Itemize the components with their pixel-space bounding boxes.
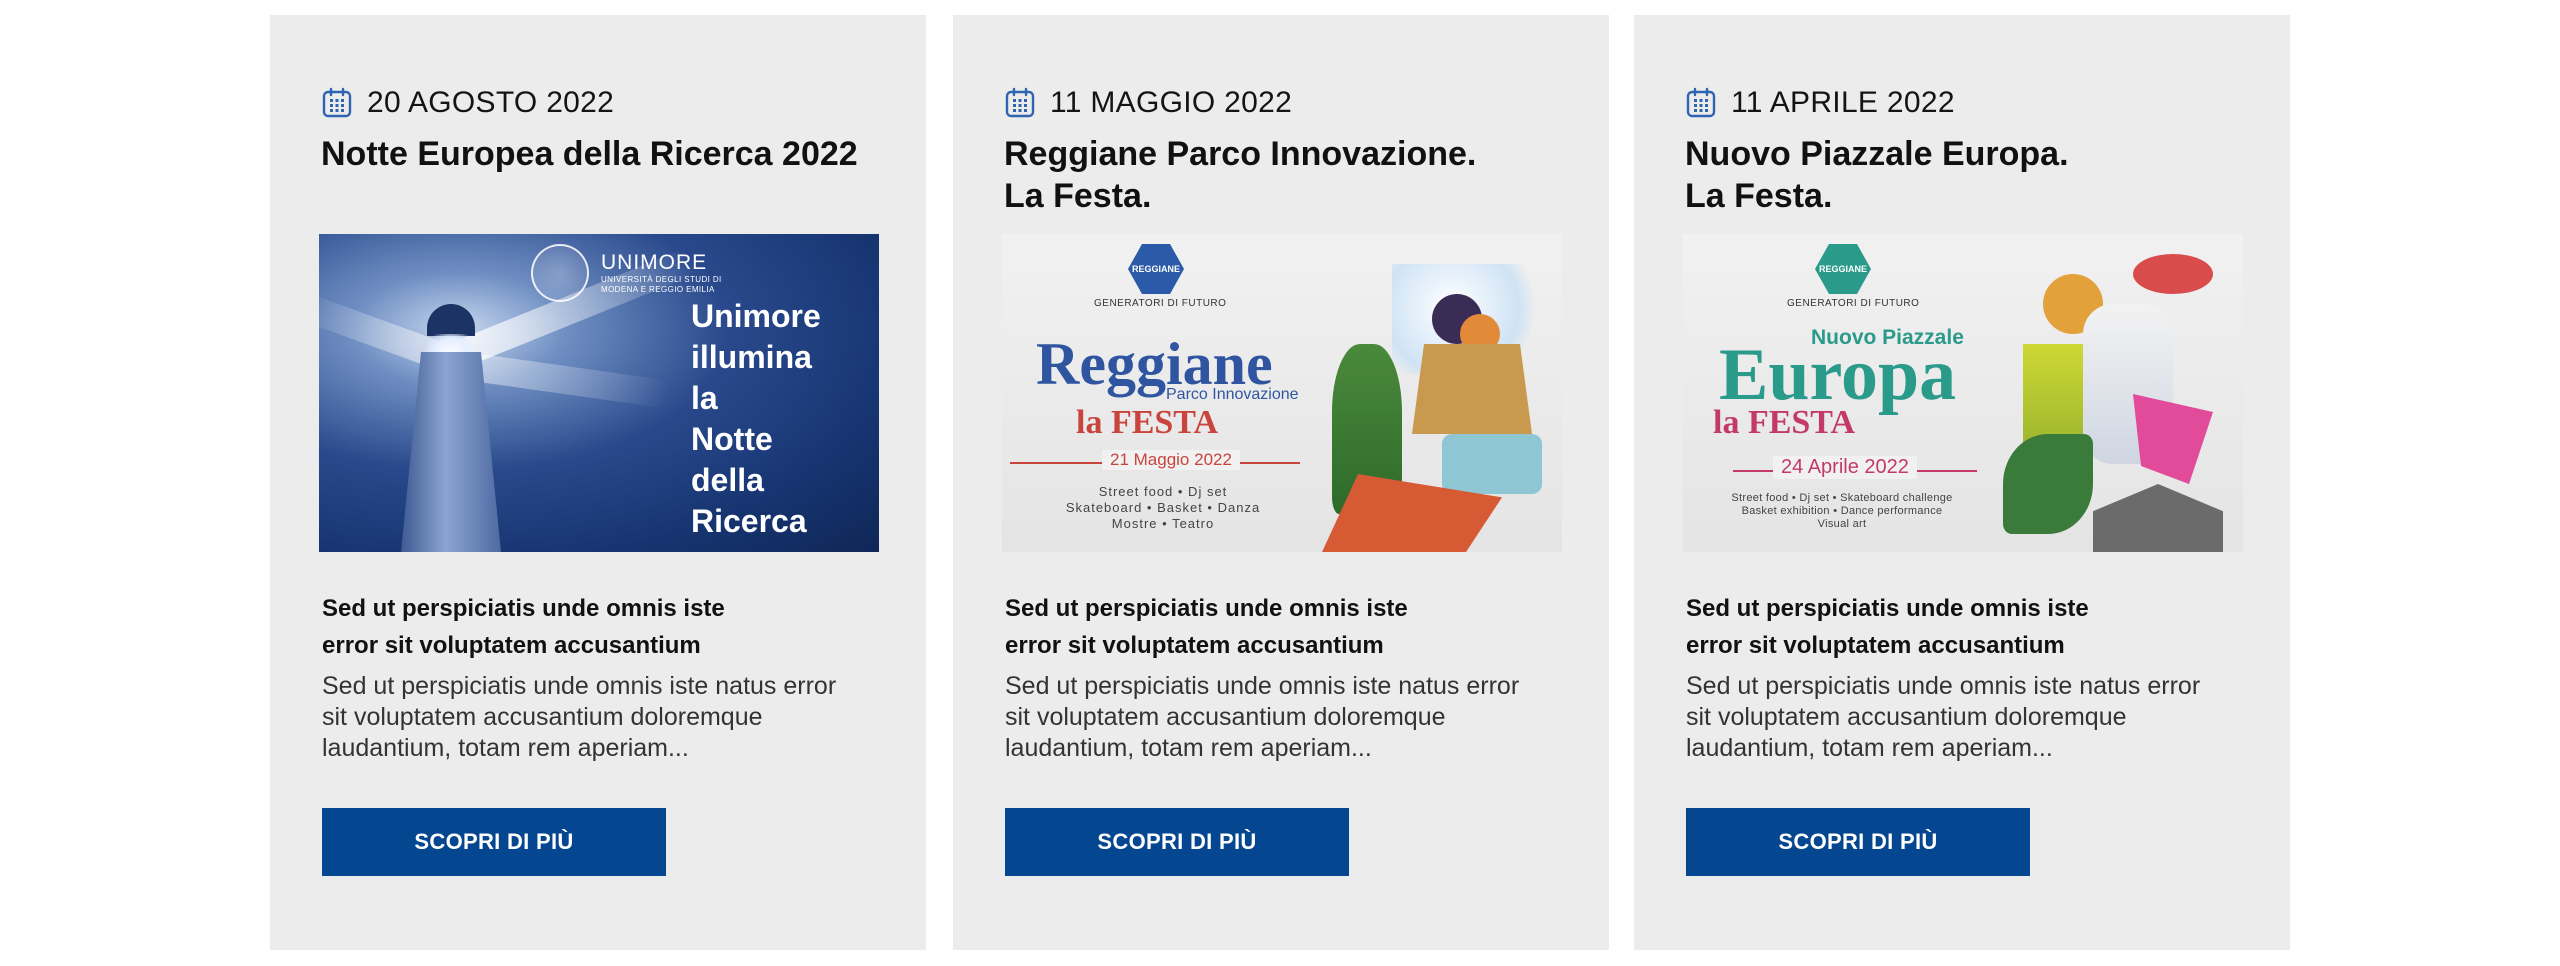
card-title[interactable]: Reggiane Parco Innovazione. La Festa. xyxy=(1004,133,1564,217)
date-row: 20 AGOSTO 2022 xyxy=(321,83,614,123)
card-title[interactable]: Notte Europea della Ricerca 2022 xyxy=(321,133,881,175)
event-date: 20 AGOSTO 2022 xyxy=(367,86,615,119)
event-date: 11 APRILE 2022 xyxy=(1731,86,1955,119)
poster-subtitle: Parco Innovazione xyxy=(1166,386,1299,403)
collage-illustration xyxy=(1302,234,1562,552)
date-row: 11 MAGGIO 2022 xyxy=(1004,83,1292,123)
card-excerpt: Sed ut perspiciatis unde omnis iste natu… xyxy=(1005,672,1520,762)
poster-title: Europa xyxy=(1719,334,1957,416)
discover-more-button[interactable]: SCOPRI DI PIÙ xyxy=(1686,808,2030,876)
card-subtitle: Sed ut perspiciatis unde omnis iste erro… xyxy=(1686,595,2089,659)
date-row: 11 APRILE 2022 xyxy=(1685,83,1955,123)
tagline: GENERATORI DI FUTURO xyxy=(1094,298,1227,309)
banner-headline: Unimore illumina la Notte della Ricerca xyxy=(691,298,821,539)
discover-more-button[interactable]: SCOPRI DI PIÙ xyxy=(322,808,666,876)
logo-label: REGGIANE xyxy=(1131,264,1180,274)
calendar-icon xyxy=(322,87,352,118)
tagline: GENERATORI DI FUTURO xyxy=(1787,298,1920,309)
news-card: 20 AGOSTO 2022 Notte Europea della Ricer… xyxy=(270,15,926,950)
poster-program: Street food • Dj set • Skateboard challe… xyxy=(1731,492,1953,530)
poster-date: 21 Maggio 2022 xyxy=(1102,450,1240,470)
card-subtitle: Sed ut perspiciatis unde omnis iste erro… xyxy=(1005,595,1408,659)
poster-title: Reggiane xyxy=(1036,331,1273,397)
piazzale-europa-banner-image[interactable]: REGGIANE GENERATORI DI FUTURO Nuovo Piaz… xyxy=(1683,234,2243,552)
discover-more-button[interactable]: SCOPRI DI PIÙ xyxy=(1005,808,1349,876)
brand-name: UNIMORE xyxy=(601,251,708,274)
brand-subtitle: UNIVERSITÀ DEGLI STUDI DI MODENA E REGGI… xyxy=(601,275,722,294)
reggiane-logo: REGGIANE xyxy=(1815,244,1871,294)
card-excerpt: Sed ut perspiciatis unde omnis iste natu… xyxy=(1686,672,2201,762)
news-card: 11 MAGGIO 2022 Reggiane Parco Innovazion… xyxy=(953,15,1609,950)
poster-date: 24 Aprile 2022 xyxy=(1773,456,1917,479)
card-excerpt: Sed ut perspiciatis unde omnis iste natu… xyxy=(322,672,837,762)
calendar-icon xyxy=(1686,87,1716,118)
lighthouse-banner-image[interactable]: UNIMORE UNIVERSITÀ DEGLI STUDI DI MODENA… xyxy=(319,234,879,552)
poster-program: Street food • Dj set Skateboard • Basket… xyxy=(1065,484,1261,531)
poster-festa: la FESTA xyxy=(1713,404,1856,441)
collage-illustration xyxy=(1983,234,2243,552)
reggiane-logo: REGGIANE xyxy=(1128,244,1184,294)
poster-festa: la FESTA xyxy=(1076,404,1219,441)
logo-label: REGGIANE xyxy=(1818,264,1867,274)
news-card: 11 APRILE 2022 Nuovo Piazzale Europa. La… xyxy=(1634,15,2290,950)
event-date: 11 MAGGIO 2022 xyxy=(1050,86,1293,119)
unimore-logo: UNIMORE UNIVERSITÀ DEGLI STUDI DI MODENA… xyxy=(531,244,722,302)
seal-icon xyxy=(531,244,589,302)
card-title[interactable]: Nuovo Piazzale Europa. La Festa. xyxy=(1685,133,2245,217)
reggiane-festa-banner-image[interactable]: REGGIANE GENERATORI DI FUTURO Reggiane P… xyxy=(1002,234,1562,552)
calendar-icon xyxy=(1005,87,1035,118)
card-subtitle: Sed ut perspiciatis unde omnis iste erro… xyxy=(322,595,725,659)
news-cards-section: 20 AGOSTO 2022 Notte Europea della Ricer… xyxy=(0,0,2560,966)
